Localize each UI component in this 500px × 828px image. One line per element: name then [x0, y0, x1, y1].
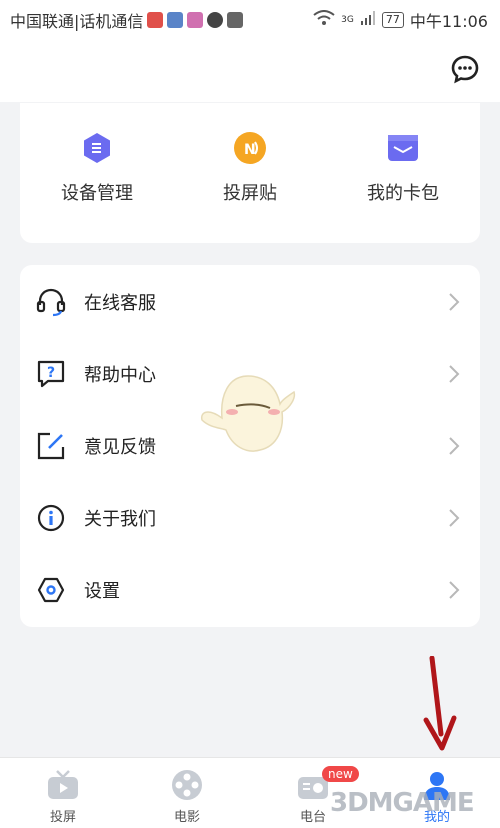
network-type: 3G [341, 15, 354, 25]
quick-action-label: 我的卡包 [367, 183, 439, 204]
film-reel-icon [170, 768, 204, 802]
tab-label: 电影 [173, 810, 200, 825]
app-notification-icon [187, 12, 204, 28]
wifi-icon [313, 10, 335, 30]
chevron-right-icon [448, 292, 460, 312]
menu-item-label: 在线客服 [84, 293, 156, 314]
header [0, 36, 500, 102]
svg-text:N: N [244, 142, 256, 158]
device-management-icon [80, 131, 114, 165]
app-notification-icon [167, 12, 184, 28]
message-button[interactable] [450, 54, 480, 84]
quick-action-label: 投屏贴 [223, 183, 277, 204]
app-notification-icon [227, 12, 244, 28]
nfc-sticker-icon: N [233, 131, 267, 165]
menu-item-label: 关于我们 [84, 509, 156, 530]
watermark-text: 3DMGAME [330, 788, 475, 818]
quick-action-label: 设备管理 [61, 183, 133, 204]
chevron-right-icon [448, 508, 460, 528]
mascot-watermark-image [198, 368, 302, 460]
device-management-button[interactable]: 设备管理 [32, 131, 162, 205]
chevron-right-icon [448, 580, 460, 600]
status-bar: 中国联通|话机通信 3G 77 中午11:06 [0, 0, 500, 36]
annotation-arrow [418, 655, 462, 752]
chat-bubble-icon [451, 55, 479, 84]
menu-item-label: 意见反馈 [84, 437, 156, 458]
menu-item-label: 帮助中心 [84, 365, 156, 386]
carrier-label: 中国联通|话机通信 [10, 12, 144, 31]
help-icon: ? [36, 359, 66, 389]
quick-actions-card: 设备管理 N 投屏贴 我的卡包 [20, 103, 480, 243]
menu-item-about-us[interactable]: 关于我们 [20, 481, 480, 553]
tv-icon [46, 768, 80, 802]
menu-item-online-service[interactable]: 在线客服 [20, 265, 480, 337]
tab-screencast[interactable]: 投屏 [18, 768, 108, 825]
clock: 中午11:06 [409, 12, 488, 31]
headset-icon [36, 287, 66, 317]
card-wallet-button[interactable]: 我的卡包 [338, 131, 468, 205]
battery-indicator: 77 [381, 12, 404, 28]
chevron-right-icon [448, 364, 460, 384]
menu-item-settings[interactable]: 设置 [20, 553, 480, 625]
menu-item-label: 设置 [84, 581, 120, 602]
info-icon [36, 503, 66, 533]
svg-text:?: ? [47, 365, 55, 381]
card-wallet-icon [386, 131, 420, 165]
chevron-right-icon [448, 436, 460, 456]
mic-icon [147, 12, 164, 28]
signal-icon [360, 10, 376, 30]
settings-icon [36, 575, 66, 605]
tab-movies[interactable]: 电影 [142, 768, 232, 825]
message-icon [207, 12, 224, 28]
tab-label: 投屏 [49, 810, 76, 825]
feedback-icon [36, 431, 66, 461]
nfc-sticker-button[interactable]: N 投屏贴 [185, 131, 315, 205]
new-badge: new [322, 766, 359, 782]
